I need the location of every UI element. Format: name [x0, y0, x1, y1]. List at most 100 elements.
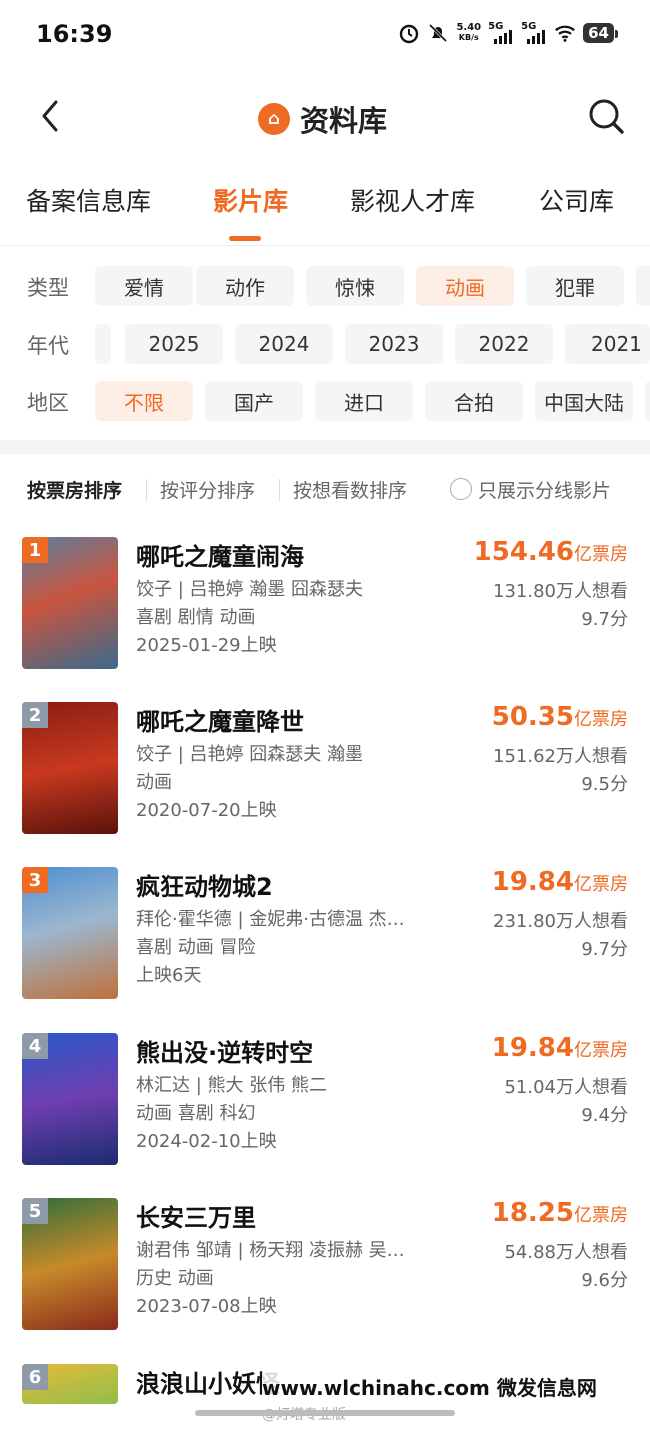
filter-label-era: 年代: [27, 334, 69, 358]
movie-release: 上映6天: [136, 965, 202, 986]
filter-chip-region-selected[interactable]: 不限: [95, 381, 193, 421]
rank-badge: 5: [22, 1198, 48, 1224]
movie-item[interactable]: 4 熊出没·逆转时空 林汇达 | 熊大 张伟 熊二 动画 喜剧 科幻 2024-…: [0, 1033, 650, 1183]
box-office-unit: 亿票房: [574, 1205, 628, 1226]
movie-cast: 谢君伟 邹靖 | 杨天翔 凌振赫 吴…: [136, 1240, 405, 1261]
rank-badge: 6: [22, 1364, 48, 1390]
want-to-see-count: 51.04万人想看: [504, 1077, 628, 1098]
movie-release: 2025-01-29上映: [136, 635, 277, 656]
movie-genres: 历史 动画: [136, 1268, 214, 1289]
filter-label-type: 类型: [27, 276, 69, 300]
box-office-unit: 亿票房: [574, 1040, 628, 1061]
box-office: 50.35亿票房: [492, 702, 628, 732]
movie-release: 2023-07-08上映: [136, 1296, 277, 1317]
filter-chip-era[interactable]: 2025: [125, 324, 223, 364]
movie-score: 9.6分: [581, 1270, 628, 1291]
box-office-unit: 亿票房: [574, 544, 628, 565]
movie-poster: 1: [22, 537, 118, 669]
movie-title: 熊出没·逆转时空: [136, 1039, 314, 1067]
sort-by-want-to-see[interactable]: 按想看数排序: [293, 476, 407, 503]
want-to-see-count: 131.80万人想看: [493, 581, 628, 602]
filter-chip-region-overflow[interactable]: [645, 381, 650, 421]
movie-cast: 饺子 | 吕艳婷 瀚墨 囧森瑟夫: [136, 579, 363, 600]
chevron-left-icon: [42, 100, 58, 132]
box-office-value: 50.35: [491, 702, 574, 732]
active-tab-indicator: [229, 236, 261, 241]
filter-chip-region[interactable]: 进口: [315, 381, 413, 421]
movie-poster: 5: [22, 1198, 118, 1330]
want-to-see-count: 231.80万人想看: [493, 911, 628, 932]
movie-poster: 4: [22, 1033, 118, 1165]
sort-by-rating[interactable]: 按评分排序: [160, 476, 255, 503]
filter-chip-region[interactable]: 国产: [205, 381, 303, 421]
filter-chip-era[interactable]: 2022: [455, 324, 553, 364]
filter-chip-type-selected[interactable]: 动画: [416, 266, 514, 306]
movie-item[interactable]: 3 疯狂动物城2 拜伦·霍华德 | 金妮弗·古德温 杰… 喜剧 动画 冒险 上映…: [0, 867, 650, 1017]
rank-badge: 4: [22, 1033, 48, 1059]
filter-chip-era[interactable]: 2021: [565, 324, 650, 364]
movie-release: 2024-02-10上映: [136, 1131, 277, 1152]
filter-chip-type[interactable]: 犯罪: [526, 266, 624, 306]
filter-chip-era[interactable]: 2023: [345, 324, 443, 364]
movie-score: 9.4分: [581, 1105, 628, 1126]
movie-cast: 饺子 | 吕艳婷 囧森瑟夫 瀚墨: [136, 744, 363, 765]
box-office-value: 19.84: [491, 867, 574, 897]
page-title: ⌂ 资料库: [258, 98, 387, 140]
library-tabs: 备案信息库 影片库 影视人才库 公司库: [0, 170, 650, 246]
sort-separator: [146, 479, 147, 501]
movie-item[interactable]: 2 哪吒之魔童降世 饺子 | 吕艳婷 囧森瑟夫 瀚墨 动画 2020-07-20…: [0, 702, 650, 852]
split-release-radio[interactable]: [450, 478, 472, 500]
filter-chip-type[interactable]: 爱情: [95, 266, 193, 306]
back-button[interactable]: [34, 96, 70, 136]
filter-chip-region[interactable]: 合拍: [425, 381, 523, 421]
library-logo-icon: ⌂: [258, 103, 290, 135]
movie-score: 9.5分: [581, 774, 628, 795]
movie-item[interactable]: 1 哪吒之魔童闹海 饺子 | 吕艳婷 瀚墨 囧森瑟夫 喜剧 剧情 动画 2025…: [0, 537, 650, 687]
box-office-value: 154.46: [473, 537, 574, 567]
filter-chip-type[interactable]: 动作: [196, 266, 294, 306]
box-office: 154.46亿票房: [474, 537, 628, 567]
movie-score: 9.7分: [581, 939, 628, 960]
wifi-icon: [554, 22, 576, 44]
filter-chip-type-overflow[interactable]: [636, 266, 650, 306]
battery-indicator: 64: [583, 23, 618, 43]
box-office-value: 19.84: [491, 1033, 574, 1063]
rank-badge: 1: [22, 537, 48, 563]
movie-poster: 3: [22, 867, 118, 999]
split-release-label[interactable]: 只展示分线影片: [478, 476, 611, 503]
status-icons: 5.40 KB/s 5G 5G 64: [398, 21, 618, 44]
filter-chip-era[interactable]: 2024: [235, 324, 333, 364]
box-office-value: 18.25: [491, 1198, 574, 1228]
tab-filing-info[interactable]: 备案信息库: [26, 182, 151, 218]
network-speed: 5.40 KB/s: [456, 23, 481, 43]
sort-bar: 按票房排序 按评分排序 按想看数排序 只展示分线影片: [0, 470, 650, 510]
filter-chip-type[interactable]: 惊悚: [306, 266, 404, 306]
movie-score: 9.7分: [581, 609, 628, 630]
movie-release: 2020-07-20上映: [136, 800, 277, 821]
movie-genres: 喜剧 动画 冒险: [136, 937, 256, 958]
want-to-see-count: 54.88万人想看: [504, 1242, 628, 1263]
movie-cast: 拜伦·霍华德 | 金妮弗·古德温 杰…: [136, 909, 405, 930]
box-office: 18.25亿票房: [492, 1198, 628, 1228]
movie-title: 疯狂动物城2: [136, 873, 273, 901]
rank-badge: 3: [22, 867, 48, 893]
home-indicator[interactable]: [195, 1410, 455, 1416]
section-divider: [0, 440, 650, 454]
tab-companies[interactable]: 公司库: [539, 182, 614, 218]
box-office-unit: 亿票房: [574, 709, 628, 730]
movie-title: 长安三万里: [136, 1204, 256, 1232]
tab-talent[interactable]: 影视人才库: [350, 182, 475, 218]
want-to-see-count: 151.62万人想看: [493, 746, 628, 767]
box-office-unit: 亿票房: [574, 874, 628, 895]
rank-badge: 2: [22, 702, 48, 728]
movie-poster: 6: [22, 1364, 118, 1404]
sort-by-box-office[interactable]: 按票房排序: [27, 476, 122, 503]
filter-chip-era-overflow[interactable]: [95, 324, 111, 364]
movie-title: 浪浪山小妖怪: [136, 1370, 280, 1398]
sort-separator: [279, 479, 280, 501]
filter-chip-region[interactable]: 中国大陆: [535, 381, 633, 421]
movie-item[interactable]: 5 长安三万里 谢君伟 邹靖 | 杨天翔 凌振赫 吴… 历史 动画 2023-0…: [0, 1198, 650, 1348]
filter-row-type: 类型 爱情 动作 惊悚 动画 犯罪: [0, 264, 650, 308]
tab-films[interactable]: 影片库: [213, 182, 288, 218]
search-button[interactable]: [586, 96, 626, 136]
